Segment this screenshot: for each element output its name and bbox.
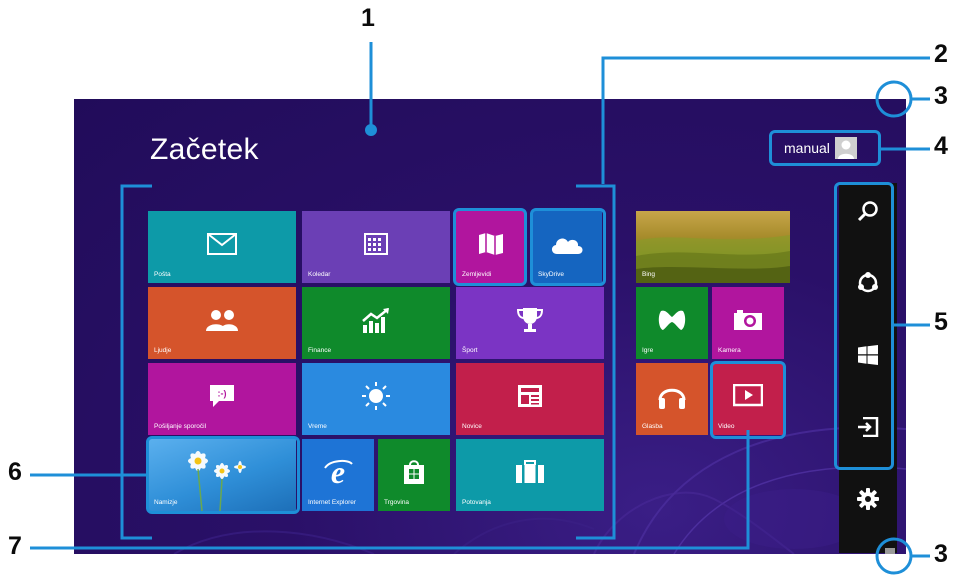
callout-5: 5 (934, 308, 948, 336)
tile-label: Glasba (642, 423, 663, 430)
callout-2: 2 (934, 40, 948, 68)
tile-finance[interactable]: Finance (302, 287, 450, 359)
tile-label: Ljudje (154, 347, 172, 354)
headphones-icon (658, 388, 686, 410)
highlight-desktop (146, 436, 300, 514)
charm-settings[interactable] (839, 479, 897, 519)
tile-label: Kamera (718, 347, 741, 354)
message-icon: :-) (210, 385, 234, 408)
highlight-video (710, 361, 786, 439)
highlight-maps (453, 208, 527, 286)
tile-messaging[interactable]: :-) Pošiljanje sporočil (148, 363, 296, 435)
news-icon (518, 385, 542, 408)
trophy-icon (516, 308, 544, 333)
tile-music[interactable]: Glasba (636, 363, 708, 435)
tile-news[interactable]: Novice (456, 363, 604, 435)
tile-label: Koledar (308, 271, 331, 278)
tile-mail[interactable]: Pošta (148, 211, 296, 283)
callout-6: 6 (8, 458, 22, 486)
landscape-image (636, 235, 790, 283)
sun-icon (362, 382, 390, 411)
tile-label: Potovanja (462, 499, 491, 506)
tile-travel[interactable]: Potovanja (456, 439, 604, 511)
tile-people[interactable]: Ljudje (148, 287, 296, 359)
tile-label: Igre (642, 347, 654, 354)
settings-icon (857, 488, 879, 510)
tile-calendar[interactable]: Koledar (302, 211, 450, 283)
highlight-user (769, 130, 881, 166)
tile-bing[interactable]: Bing (636, 211, 790, 283)
camera-icon (734, 310, 762, 331)
ie-icon: e (324, 456, 353, 488)
highlight-charms (834, 182, 894, 470)
store-icon (404, 460, 424, 485)
manual-figure: Začetek manual Pošta Koledar Zemljevidi … (0, 0, 962, 576)
suitcase-icon (516, 460, 544, 484)
tile-label: Novice (462, 423, 482, 430)
zoom-button[interactable] (885, 548, 895, 554)
callout-4: 4 (934, 132, 948, 160)
tile-internet-explorer[interactable]: e Internet Explorer (302, 439, 374, 511)
tile-games[interactable]: Igre (636, 287, 708, 359)
tile-label: Pošiljanje sporočil (154, 423, 207, 430)
callout-1: 1 (361, 4, 375, 32)
people-icon (206, 310, 238, 332)
mail-icon (207, 233, 237, 256)
tile-label: Finance (308, 347, 332, 354)
page-title: Začetek (150, 133, 259, 166)
callout-7: 7 (8, 532, 22, 560)
tile-weather[interactable]: Vreme (302, 363, 450, 435)
callout-3-bottom: 3 (934, 540, 948, 568)
tile-sport[interactable]: Šport (456, 287, 604, 359)
tile-camera[interactable]: Kamera (712, 287, 784, 359)
calendar-icon (364, 233, 388, 256)
tile-label: Pošta (154, 271, 171, 278)
tile-label: Šport (462, 347, 478, 354)
tile-store[interactable]: Trgovina (378, 439, 450, 511)
tile-label: Trgovina (384, 499, 410, 506)
tile-label: Vreme (308, 423, 327, 430)
tile-label: Bing (642, 271, 656, 278)
callout-3-top: 3 (934, 82, 948, 110)
svg-text::-): :-) (218, 389, 227, 399)
finance-icon (362, 308, 389, 334)
tile-label: Internet Explorer (308, 499, 357, 506)
highlight-skydrive (530, 208, 606, 286)
xbox-icon (658, 310, 686, 331)
